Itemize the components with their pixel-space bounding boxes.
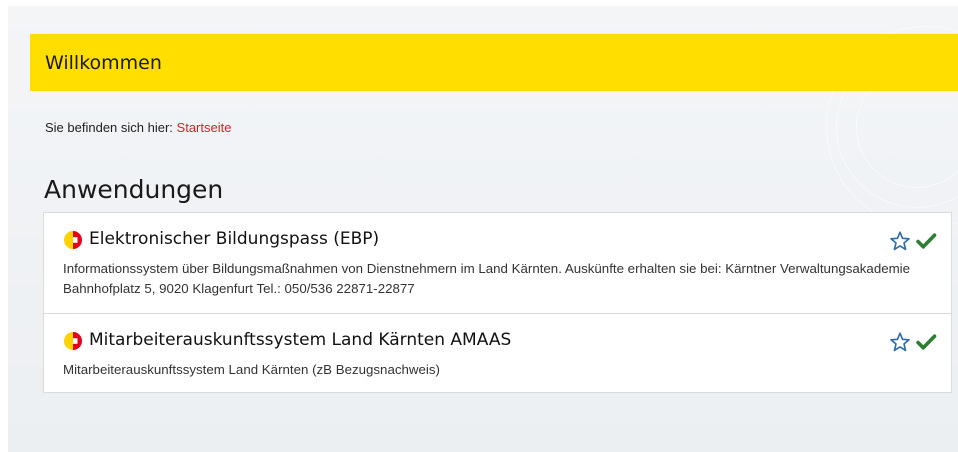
- page-frame: Willkommen Sie befinden sich hier: Start…: [8, 6, 958, 452]
- breadcrumb-link-startseite[interactable]: Startseite: [177, 120, 232, 135]
- application-list: Elektronischer Bildungspass (EBP) Inform…: [43, 212, 952, 393]
- breadcrumb: Sie befinden sich hier: Startseite: [45, 120, 231, 136]
- application-description: Mitarbeiterauskunftssystem Land Kärnten …: [63, 362, 440, 377]
- favorite-star-icon[interactable]: [889, 331, 911, 353]
- check-icon[interactable]: [915, 230, 937, 252]
- application-title[interactable]: Mitarbeiterauskunftssystem Land Kärnten …: [89, 328, 511, 352]
- welcome-header-bar: Willkommen: [30, 34, 958, 91]
- application-actions: [889, 331, 937, 353]
- carinthia-logo-icon: [64, 231, 82, 249]
- application-title[interactable]: Elektronischer Bildungspass (EBP): [89, 227, 379, 251]
- application-description: Informationssystem über Bildungsmaßnahme…: [63, 261, 911, 296]
- carinthia-logo-icon: [64, 332, 82, 350]
- breadcrumb-prefix: Sie befinden sich hier:: [45, 120, 173, 135]
- page-title: Willkommen: [45, 52, 162, 74]
- favorite-star-icon[interactable]: [889, 230, 911, 252]
- application-actions: [889, 230, 937, 252]
- application-item-ebp[interactable]: Elektronischer Bildungspass (EBP) Inform…: [44, 213, 951, 314]
- application-item-amaas[interactable]: Mitarbeiterauskunftssystem Land Kärnten …: [44, 314, 951, 392]
- section-heading: Anwendungen: [44, 175, 224, 204]
- check-icon[interactable]: [915, 331, 937, 353]
